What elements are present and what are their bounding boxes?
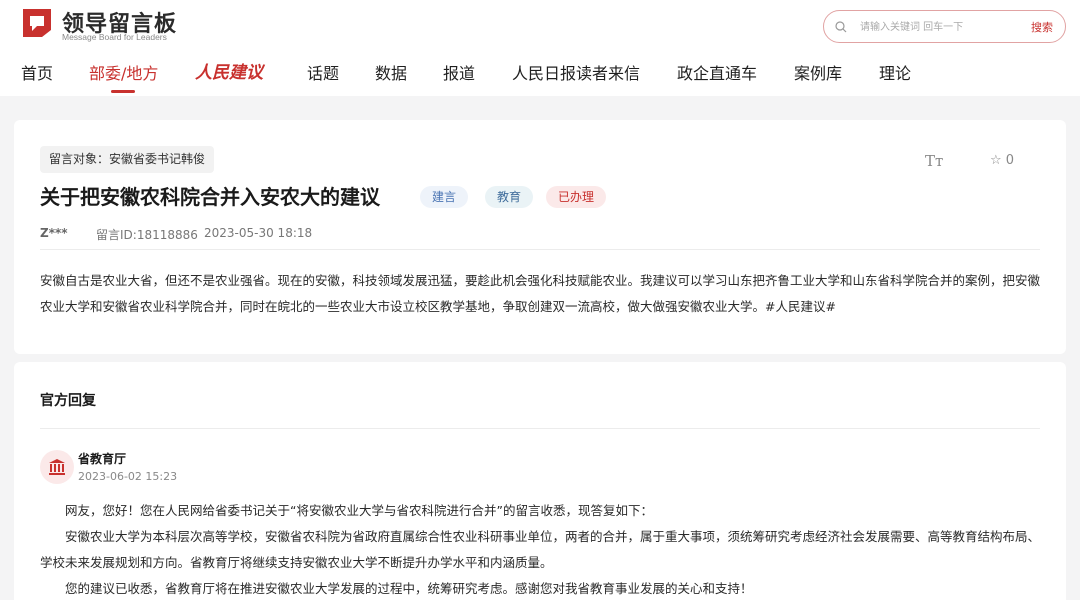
favorite-count: 0 [1005, 153, 1015, 168]
message-title: 关于把安徽农科院合并入安农大的建议 [40, 185, 380, 209]
message-card: 留言对象：安徽省委书记韩俊 Tт ☆ 0 关于把安徽农科院合并入安农大的建议 建… [14, 120, 1066, 354]
nav-item-ministries-local[interactable]: 部委/地方 [89, 60, 158, 84]
status-badge: 已办理 [546, 186, 607, 208]
message-body: 安徽自古是农业大省，但还不是农业强省。现在的安徽，科技领域发展迅猛，要趁此机会强… [40, 273, 1041, 314]
reply-datetime: 2023-06-02 15:23 [78, 470, 178, 483]
nav-item-gov-enterprise[interactable]: 政企直通车 [677, 60, 757, 84]
tag-education[interactable]: 教育 [485, 186, 534, 208]
main-nav: 首页 部委/地方 人民建议 话题 数据 报道 人民日报读者来信 政企直通车 案例… [0, 60, 1080, 90]
reply-paragraph: 安徽农业大学为本科层次高等学校，安徽省农科院为省政府直属综合性农业科研事业单位，… [40, 529, 1041, 570]
government-building-icon [49, 459, 65, 475]
divider [40, 428, 1040, 429]
site-logo[interactable]: 领导留言板 Message Board for Leaders [20, 6, 190, 42]
search-button[interactable]: 搜索 [1031, 19, 1053, 35]
message-datetime: 2023-05-30 18:18 [204, 226, 313, 240]
search-box: 搜索 [823, 10, 1066, 43]
nav-active-indicator [111, 90, 135, 93]
nav-item-theory[interactable]: 理论 [879, 60, 911, 84]
nav-item-home[interactable]: 首页 [21, 60, 53, 84]
message-author: Z*** [40, 226, 68, 240]
nav-item-reader-letters[interactable]: 人民日报读者来信 [512, 60, 640, 84]
reply-department: 省教育厅 [78, 452, 127, 466]
nav-item-people-suggestions[interactable]: 人民建议 [195, 58, 263, 83]
reply-body: 网友，您好！您在人民网给省委书记关于“将安徽农业大学与省农科院进行合并”的留言收… [40, 498, 1044, 600]
logo-subtitle: Message Board for Leaders [62, 32, 167, 42]
divider [40, 249, 1040, 250]
star-icon: ☆ [990, 153, 1002, 168]
reply-paragraph: 您的建议已收悉，省教育厅将在推进安徽农业大学发展的过程中，统筹研究考虑。感谢您对… [65, 581, 753, 596]
avatar [40, 450, 74, 484]
message-id: 留言ID:18118886 [96, 228, 198, 242]
search-icon [835, 21, 847, 33]
nav-item-topics[interactable]: 话题 [307, 60, 339, 84]
header: 领导留言板 Message Board for Leaders 搜索 首页 部委… [0, 0, 1080, 96]
message-target: 留言对象：安徽省委书记韩俊 [40, 146, 215, 173]
search-input[interactable] [860, 18, 1020, 36]
reply-heading: 官方回复 [40, 393, 96, 409]
tag-suggestion[interactable]: 建言 [420, 186, 469, 208]
nav-item-reports[interactable]: 报道 [443, 60, 475, 84]
nav-item-data[interactable]: 数据 [375, 60, 407, 84]
official-reply-card: 官方回复 省教育厅 2023-06-02 15:23 网友，您好！您在人民网给省… [14, 362, 1066, 600]
favorite-button[interactable]: ☆ 0 [990, 153, 1014, 168]
reply-paragraph: 网友，您好！您在人民网给省委书记关于“将安徽农业大学与省农科院进行合并”的留言收… [65, 503, 653, 518]
nav-item-case-library[interactable]: 案例库 [794, 60, 842, 84]
font-size-toggle-icon[interactable]: Tт [925, 152, 943, 170]
logo-mark-icon [23, 9, 51, 37]
